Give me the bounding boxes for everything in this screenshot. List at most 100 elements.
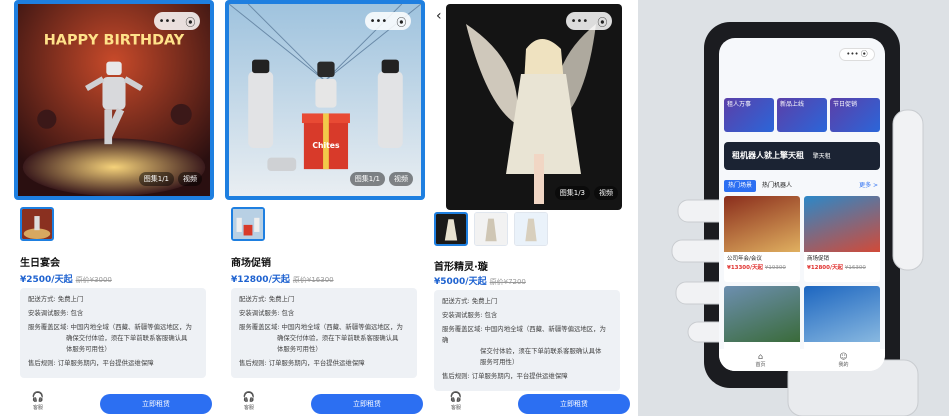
chevron-left-icon[interactable]: ‹ (436, 8, 442, 24)
scene-price: ¥12800/天起 ¥16300 (804, 262, 880, 272)
product-detail-mall: Chites ••• ⦿ 图集1/1 视频 商场促销 ¥12800/天起 原价¥1… (225, 0, 425, 416)
delivery-info: 配送方式: 免费上门 (239, 295, 295, 303)
nav-profile[interactable]: ☺ 我的 (838, 352, 848, 371)
after-sales-info: 售后规则: 订单服务期内，平台提供运维保障 (239, 359, 365, 367)
mini-program-capsule[interactable]: ••• ⦿ (154, 12, 200, 30)
nav-label: 首页 (755, 362, 766, 368)
tab-hot-robots[interactable]: 热门机器人 (758, 180, 796, 192)
product-price: ¥5000/天起 原价¥7200 (434, 274, 526, 287)
gallery-tag[interactable]: 图集1/1 (138, 172, 174, 186)
mini-program-capsule[interactable]: ••• ⦿ (365, 12, 411, 30)
hero-image[interactable]: ••• ⦿ 图集1/3 视频 (446, 4, 622, 210)
service-label: 客服 (243, 405, 254, 411)
setup-info: 安装调试服务: 包含 (239, 309, 295, 317)
coverage-info-cont: 服务可用性） (480, 358, 519, 366)
customer-service-button[interactable]: 🎧 客服 (446, 392, 466, 411)
nav-home[interactable]: ⌂ 首页 (755, 352, 765, 371)
promo-banner[interactable]: 新品上线 (777, 98, 827, 132)
thumbnail-strip (231, 207, 265, 241)
after-sales-info: 售后规则: 订单服务期内，平台提供运维保障 (442, 372, 568, 380)
mini-program-capsule[interactable]: ••• ⦿ (839, 48, 875, 61)
home-icon: ⌂ (757, 352, 764, 361)
more-dots-icon[interactable]: ••• (571, 16, 589, 27)
headset-icon: 🎧 (31, 392, 45, 403)
scene-price: ¥13300/天起 ¥19300 (724, 262, 800, 272)
coverage-info: 服务覆盖区域: 中国内地全域（西藏、新疆等偏远地区，为 (28, 323, 192, 331)
scene-card[interactable]: 公司年会/会议 ¥13300/天起 ¥19300 (724, 196, 800, 282)
thumbnail-strip (20, 207, 54, 241)
thumbnail[interactable] (434, 212, 468, 246)
service-info-box: 配送方式: 免费上门 安装调试服务: 包含 服务覆盖区域: 中国内地全域（西藏、… (231, 288, 417, 378)
user-icon: ☺ (839, 352, 848, 361)
setup-info: 安装调试服务: 包含 (442, 311, 498, 319)
gallery-tag[interactable]: 图集1/1 (349, 172, 385, 186)
product-detail-birthday: HAPPY BIRTHDAY ••• ⦿ 图集1/1 视频 生日宴会 ¥2500… (14, 0, 214, 416)
delivery-info: 配送方式: 免费上门 (442, 297, 498, 305)
target-icon[interactable]: ⦿ (396, 14, 406, 29)
thumbnail[interactable] (474, 212, 508, 246)
thumbnail[interactable] (231, 207, 265, 241)
promo-banner[interactable]: 租人万事 (724, 98, 774, 132)
original-price: 原价¥3000 (75, 276, 112, 284)
target-icon[interactable]: ⦿ (597, 14, 607, 29)
video-tag[interactable]: 视频 (594, 186, 618, 200)
coverage-info-cont: 确保交付体验，须在下单前联系客服确认具 (66, 334, 188, 342)
after-sales-info: 售后规则: 订单服务期内，平台提供运维保障 (28, 359, 154, 367)
service-info-box: 配送方式: 免费上门 安装调试服务: 包含 服务覆盖区域: 中国内地全域（西藏、… (20, 288, 206, 378)
customer-service-button[interactable]: 🎧 客服 (239, 392, 259, 411)
phone-screen: ••• ⦿ 租人万事 新品上线 节日促销 租机器人就上擎天租 擎天租 热门场景 … (719, 38, 885, 371)
neon-sign-text: HAPPY BIRTHDAY (44, 32, 185, 48)
promo-banner[interactable]: 节日促销 (830, 98, 880, 132)
fairy-robot-image (446, 4, 622, 210)
setup-info: 安装调试服务: 包含 (28, 309, 84, 317)
promo-banners: 租人万事 新品上线 节日促销 (724, 98, 880, 132)
price-value: ¥12800/天起 (231, 275, 290, 285)
product-price: ¥12800/天起 原价¥16300 (231, 272, 334, 285)
slogan-text: 租机器人就上擎天租 (732, 151, 804, 160)
bottom-nav: ⌂ 首页 ☺ 我的 (719, 349, 885, 371)
birthday-robot-image: HAPPY BIRTHDAY (18, 4, 210, 196)
more-dots-icon[interactable]: ••• (159, 16, 177, 27)
scene-grid: 公司年会/会议 ¥13300/天起 ¥19300 商场促销 ¥12800/天起 … (724, 196, 880, 371)
gallery-tag[interactable]: 图集1/3 (554, 186, 590, 200)
scene-price-value: ¥13300/天起 (727, 265, 763, 271)
service-label: 客服 (32, 405, 43, 411)
phone-mockup-image: ••• ⦿ 租人万事 新品上线 节日促销 租机器人就上擎天租 擎天租 热门场景 … (638, 0, 949, 416)
rent-now-button[interactable]: 立即租赁 (100, 394, 212, 414)
scene-image (804, 196, 880, 252)
thumbnail[interactable] (514, 212, 548, 246)
nav-label: 我的 (838, 362, 849, 368)
original-price: 原价¥7200 (489, 278, 526, 286)
rent-now-button[interactable]: 立即租赁 (518, 394, 630, 414)
scene-image (804, 286, 880, 342)
slogan-banner[interactable]: 租机器人就上擎天租 擎天租 (724, 142, 880, 170)
scene-card[interactable]: 商场促销 ¥12800/天起 ¥16300 (804, 196, 880, 282)
rent-now-button[interactable]: 立即租赁 (311, 394, 423, 414)
more-dots-icon[interactable]: ••• (370, 16, 388, 27)
service-info-box: 配送方式: 免费上门 安装调试服务: 包含 服务覆盖区域: 中国内地全域（西藏、… (434, 290, 620, 391)
product-title: 首形精灵·璇 (434, 262, 488, 273)
hero-image[interactable]: HAPPY BIRTHDAY ••• ⦿ 图集1/1 视频 (14, 0, 214, 200)
thumbnail[interactable] (20, 207, 54, 241)
scene-original-price: ¥19300 (764, 265, 786, 271)
video-tag[interactable]: 视频 (178, 172, 202, 186)
coverage-info-cont: 体服务可用性） (66, 345, 111, 353)
coverage-info: 服务覆盖区域: 中国内地全域（西藏、新疆等偏远地区，为 (239, 323, 403, 331)
target-icon[interactable]: ⦿ (185, 14, 195, 29)
hero-image[interactable]: Chites ••• ⦿ 图集1/1 视频 (225, 0, 425, 200)
bottom-bar: 🎧 客服 立即租赁 (225, 392, 425, 416)
scene-original-price: ¥16300 (844, 265, 866, 271)
tab-hot-scenes[interactable]: 热门场景 (724, 180, 757, 192)
video-tag[interactable]: 视频 (389, 172, 413, 186)
mini-program-capsule[interactable]: ••• ⦿ (566, 12, 612, 30)
customer-service-button[interactable]: 🎧 客服 (28, 392, 48, 411)
product-title: 生日宴会 (20, 258, 60, 269)
more-link[interactable]: 更多 > (859, 180, 878, 192)
price-value: ¥5000/天起 (434, 277, 487, 287)
scene-price-value: ¥12800/天起 (807, 265, 843, 271)
product-title: 商场促销 (231, 258, 271, 269)
price-value: ¥2500/天起 (20, 275, 73, 285)
coverage-info-cont: 体服务可用性） (277, 345, 322, 353)
gift-box-text: Chites (312, 141, 340, 150)
product-detail-fairy: ‹ ••• ⦿ 图集1/3 视频 首形精灵·璇 ¥5000/天起原价¥7200 (432, 0, 632, 416)
